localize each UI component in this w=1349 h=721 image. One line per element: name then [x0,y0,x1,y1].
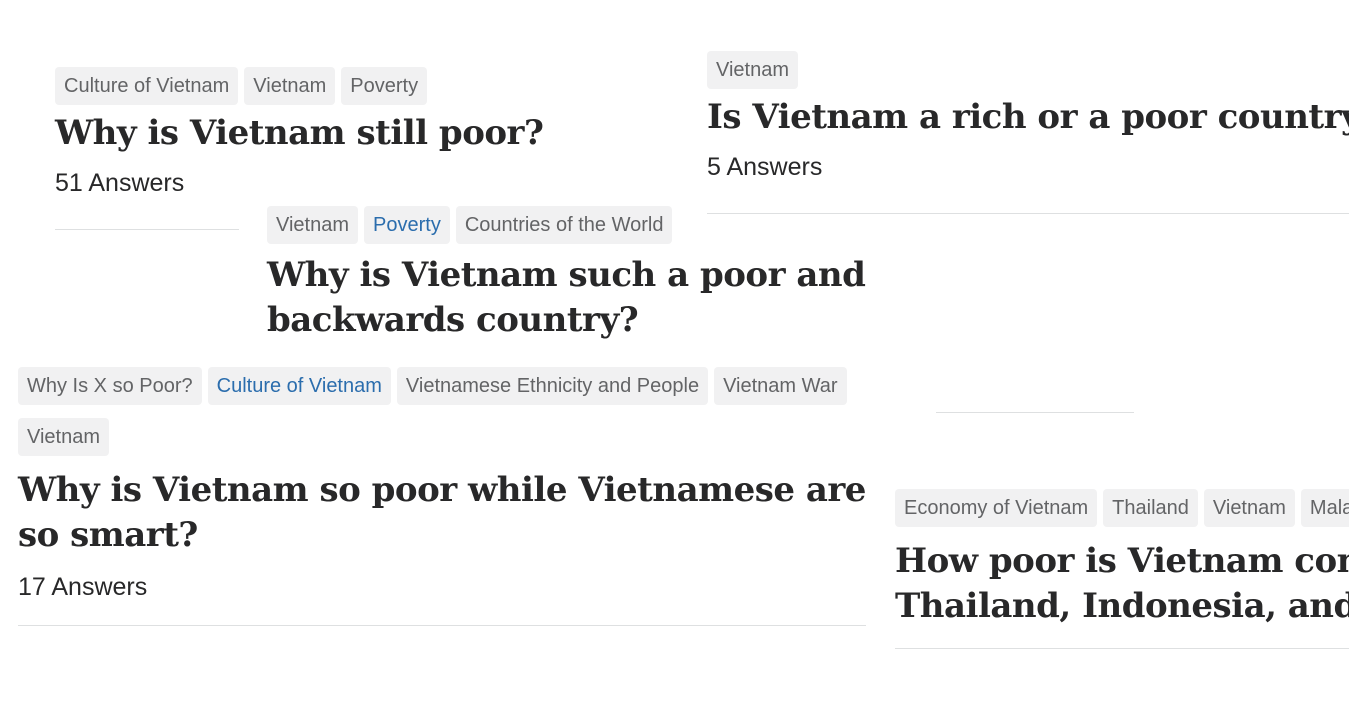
answer-count[interactable]: 5 Answers [707,153,1349,182]
topic-tag[interactable]: Countries of the World [455,206,673,244]
question-title[interactable]: Is Vietnam a rich or a poor country? [707,95,1349,140]
question-title[interactable]: Why is Vietnam still poor? [55,111,675,156]
topic-tag[interactable]: Poverty [364,206,450,244]
topic-tag[interactable]: Malay [1300,489,1349,527]
topic-tag[interactable]: Vietnamese Ethnicity and People [396,367,709,405]
topic-tags: Vietnam Poverty Countries of the World [267,206,1047,244]
topic-tags: Vietnam [707,51,1349,89]
question-title[interactable]: Why is Vietnam so poor while Vietnamese … [18,468,868,558]
topic-tag[interactable]: Vietnam [18,418,110,456]
topic-tags: Culture of Vietnam Vietnam Poverty [55,67,675,105]
divider [895,648,1349,649]
question-card-4: Why Is X so Poor? Culture of Vietnam Vie… [18,367,868,602]
topic-tags: Economy of Vietnam Thailand Vietnam Mala… [895,489,1349,527]
topic-tag[interactable]: Vietnam [244,67,336,105]
topic-tag[interactable]: Thailand [1103,489,1198,527]
answer-count[interactable]: 51 Answers [55,169,675,198]
topic-tag[interactable]: Culture of Vietnam [55,67,239,105]
question-title[interactable]: How poor is Vietnam comp Thailand, Indon… [895,539,1349,629]
question-card-3: Vietnam Poverty Countries of the World W… [267,206,1047,343]
divider [18,625,866,626]
topic-tag[interactable]: Poverty [341,67,428,105]
question-title-line: Thailand, Indonesia, and M [895,586,1349,626]
topic-tag[interactable]: Vietnam War [714,367,847,405]
question-title[interactable]: Why is Vietnam such a poor and backwards… [267,253,1037,343]
divider [936,412,1134,413]
answer-count[interactable]: 17 Answers [18,573,868,602]
question-card-5: Economy of Vietnam Thailand Vietnam Mala… [895,489,1349,629]
topic-tag[interactable]: Vietnam [707,51,799,89]
topic-tag[interactable]: Economy of Vietnam [895,489,1098,527]
divider [55,229,239,230]
topic-tag[interactable]: Vietnam [267,206,359,244]
question-title-line: How poor is Vietnam comp [895,541,1349,581]
topic-tag[interactable]: Culture of Vietnam [207,367,391,405]
topic-tags: Why Is X so Poor? Culture of Vietnam Vie… [18,367,868,456]
question-card-2: Vietnam Is Vietnam a rich or a poor coun… [707,51,1349,182]
topic-tag[interactable]: Vietnam [1203,489,1295,527]
topic-tag[interactable]: Why Is X so Poor? [18,367,202,405]
question-card-1: Culture of Vietnam Vietnam Poverty Why i… [55,67,675,198]
